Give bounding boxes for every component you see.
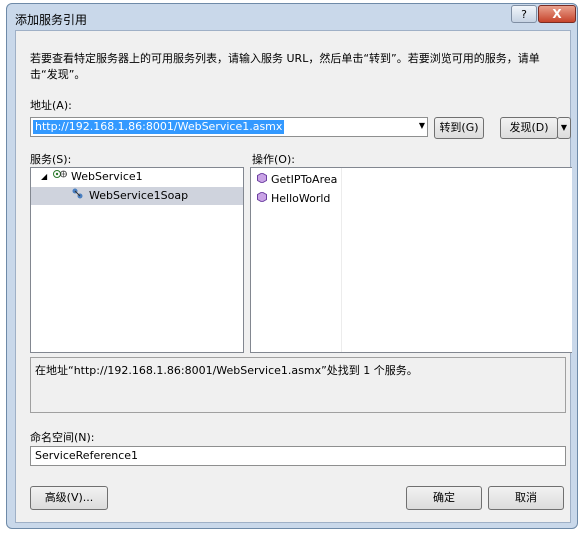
dropdown-arrow-icon[interactable]: ▼ [419,121,425,130]
dialog-title: 添加服务引用 [15,13,88,27]
discover-button[interactable]: 发现(D) [500,117,558,139]
services-label: 服务(S): [30,153,72,166]
namespace-input[interactable]: ServiceReference1 [30,446,566,466]
title-bar: 添加服务引用 ? X [7,4,577,30]
address-label: 地址(A): [30,99,72,112]
status-message: 在地址“http://192.168.1.86:8001/WebService1… [35,364,418,377]
cancel-button[interactable]: 取消 [488,486,564,510]
tree-item-webservice1[interactable]: ◢ WebService1 [31,168,243,186]
advanced-button[interactable]: 高级(V)... [30,486,108,510]
collapse-triangle-icon[interactable]: ◢ [41,168,47,186]
namespace-value[interactable]: ServiceReference1 [35,449,138,463]
address-value[interactable]: http://192.168.1.86:8001/WebService1.asm… [33,120,285,134]
ok-button[interactable]: 确定 [406,486,482,510]
method-icon [257,190,267,208]
method-icon [257,171,267,189]
tree-item-webservice1soap[interactable]: WebService1Soap [31,187,243,205]
operations-list[interactable]: GetIPToArea HelloWorld [250,167,572,353]
endpoint-icon [71,187,85,207]
help-button[interactable]: ? [511,5,537,23]
instructions-text: 若要查看特定服务器上的可用服务列表，请输入服务 URL，然后单击“转到”。若要浏… [30,52,540,81]
service-globe-icon [53,168,67,186]
tree-item-label[interactable]: WebService1 [71,168,143,186]
discover-button-label[interactable]: 发现(D) [509,121,548,134]
column-divider [341,168,342,352]
operation-label[interactable]: HelloWorld [271,192,330,205]
operations-label: 操作(O): [252,153,295,166]
status-panel: 在地址“http://192.168.1.86:8001/WebService1… [30,357,566,413]
operation-item-getiptoarea[interactable]: GetIPToArea [257,171,337,189]
dialog-body: 若要查看特定服务器上的可用服务列表，请输入服务 URL，然后单击“转到”。若要浏… [15,30,572,523]
address-combobox[interactable]: http://192.168.1.86:8001/WebService1.asm… [30,117,428,137]
close-button[interactable]: X [538,5,576,23]
add-service-reference-dialog: 添加服务引用 ? X 若要查看特定服务器上的可用服务列表，请输入服务 URL，然… [6,3,578,529]
tree-item-label[interactable]: WebService1Soap [89,187,188,205]
operation-item-helloworld[interactable]: HelloWorld [257,190,330,208]
operation-label[interactable]: GetIPToArea [271,173,337,186]
namespace-label: 命名空间(N): [30,431,95,444]
discover-dropdown-arrow-icon[interactable]: ▼ [557,117,571,139]
services-tree[interactable]: ◢ WebService1 WebService1Soap [30,167,244,353]
go-button[interactable]: 转到(G) [434,117,484,139]
